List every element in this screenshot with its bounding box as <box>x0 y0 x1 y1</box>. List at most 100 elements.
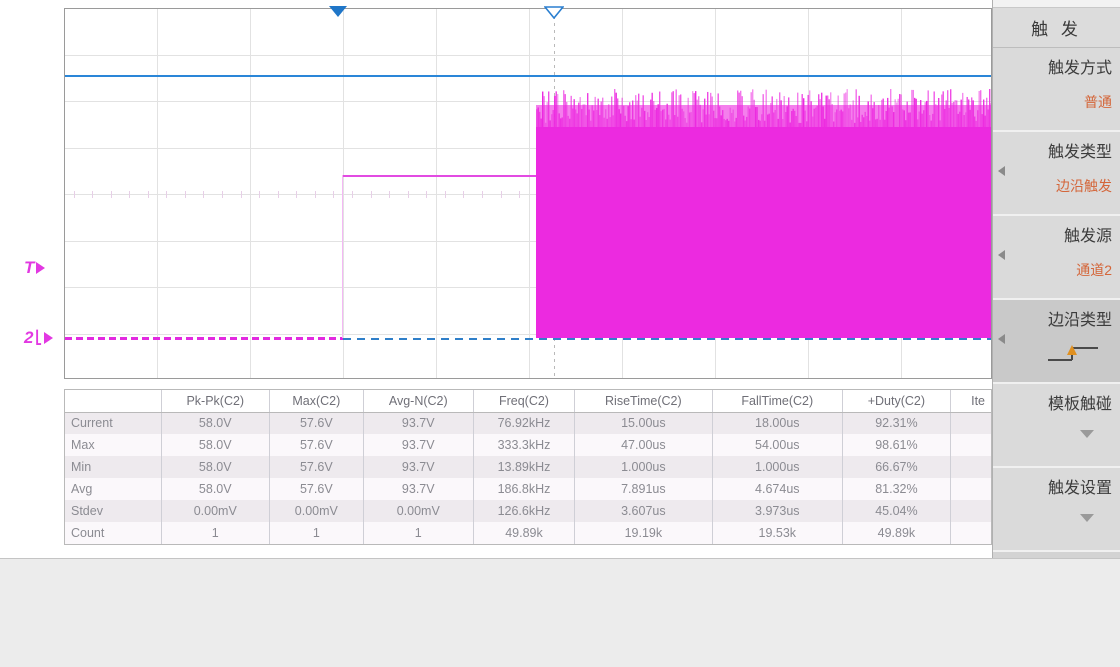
graticule[interactable] <box>64 8 992 379</box>
menu-item-trigger-mode[interactable]: 触发方式 普通 <box>993 48 1120 132</box>
menu-item-value: 通道2 <box>1076 260 1112 280</box>
table-header-items: Ite <box>950 390 991 412</box>
cell: 93.7V <box>363 412 473 434</box>
cell: 57.6V <box>270 412 364 434</box>
cell: 3.973us <box>712 500 842 522</box>
cell: 57.6V <box>270 434 364 456</box>
menu-item-edge-type[interactable]: 边沿类型 <box>993 300 1120 384</box>
menu-item-label: 触发类型 <box>1048 142 1112 164</box>
table-header-freq: Freq(C2) <box>473 390 574 412</box>
table-header-pkpk: Pk-Pk(C2) <box>161 390 270 412</box>
table-row: Stdev 0.00mV 0.00mV 0.00mV 126.6kHz 3.60… <box>65 500 991 522</box>
cell: 15.00us <box>575 412 713 434</box>
row-label: Count <box>65 522 161 544</box>
cell: 0.00mV <box>161 500 270 522</box>
row-label: Avg <box>65 478 161 500</box>
cell: 1.000us <box>712 456 842 478</box>
menu-item-trigger-settings[interactable]: 触发设置 <box>993 468 1120 552</box>
table-header-row: Pk-Pk(C2) Max(C2) Avg-N(C2) Freq(C2) Ris… <box>65 390 991 412</box>
trigger-position-marker-icon[interactable] <box>544 6 564 19</box>
cell: 92.31% <box>842 412 950 434</box>
cell: 57.6V <box>270 478 364 500</box>
cell: 58.0V <box>161 434 270 456</box>
table-header-max: Max(C2) <box>270 390 364 412</box>
trigger-delay-marker-icon[interactable] <box>329 6 347 17</box>
cell: 126.6kHz <box>473 500 574 522</box>
trigger-menu-panel[interactable]: 触 发 触发方式 普通 触发类型 边沿触发 触发源 通道2 边沿类型 <box>992 0 1120 558</box>
menu-title: 触 发 <box>993 8 1120 48</box>
cell: 18.00us <box>712 412 842 434</box>
chevron-left-icon <box>998 250 1005 260</box>
cell: 58.0V <box>161 412 270 434</box>
cell: 98.61% <box>842 434 950 456</box>
cell: 7.891us <box>575 478 713 500</box>
cell: 58.0V <box>161 456 270 478</box>
channel2-ground-marker[interactable]: 2 ⎣ <box>24 328 53 348</box>
baseline-dashed <box>343 338 992 340</box>
cell: 0.00mV <box>363 500 473 522</box>
table-header-duty: +Duty(C2) <box>842 390 950 412</box>
channel2-rising-edge <box>342 175 343 338</box>
menu-item-label: 触发设置 <box>1048 478 1112 500</box>
channel2-trace-mid <box>343 175 536 177</box>
cell: 1 <box>161 522 270 544</box>
menu-item-trigger-type[interactable]: 触发类型 边沿触发 <box>993 132 1120 216</box>
measurement-table[interactable]: Pk-Pk(C2) Max(C2) Avg-N(C2) Freq(C2) Ris… <box>64 389 992 545</box>
cell: 1.000us <box>575 456 713 478</box>
channel2-burst-noise-dense <box>536 105 992 129</box>
menu-item-label: 边沿类型 <box>1048 310 1112 332</box>
cell <box>950 522 991 544</box>
cell: 4.674us <box>712 478 842 500</box>
cell: 19.19k <box>575 522 713 544</box>
cell: 93.7V <box>363 456 473 478</box>
status-bar: ZLG R 1 - - - - - Closed -:- - - 2 10.0V… <box>0 558 1120 667</box>
cell <box>950 412 991 434</box>
table-row: Avg 58.0V 57.6V 93.7V 186.8kHz 7.891us 4… <box>65 478 991 500</box>
cell <box>950 456 991 478</box>
table-header-falltime: FallTime(C2) <box>712 390 842 412</box>
channel2-trace-low <box>65 337 343 340</box>
table-header-risetime: RiseTime(C2) <box>575 390 713 412</box>
channel1-trace <box>65 75 992 77</box>
cell <box>950 478 991 500</box>
cell <box>950 434 991 456</box>
menu-item-value: 普通 <box>1084 92 1112 112</box>
cell: 57.6V <box>270 456 364 478</box>
menu-item-label: 触发源 <box>1064 226 1112 248</box>
cell: 333.3kHz <box>473 434 574 456</box>
menu-item-trigger-source[interactable]: 触发源 通道2 <box>993 216 1120 300</box>
row-label: Min <box>65 456 161 478</box>
cell: 47.00us <box>575 434 713 456</box>
table-row: Current 58.0V 57.6V 93.7V 76.92kHz 15.00… <box>65 412 991 434</box>
cell: 45.04% <box>842 500 950 522</box>
cell: 49.89k <box>473 522 574 544</box>
table-row: Max 58.0V 57.6V 93.7V 333.3kHz 47.00us 5… <box>65 434 991 456</box>
trigger-level-marker-label: T <box>24 258 34 278</box>
cell: 0.00mV <box>270 500 364 522</box>
cell: 81.32% <box>842 478 950 500</box>
cell: 1 <box>270 522 364 544</box>
arrow-right-icon <box>36 262 45 274</box>
menu-item-value: 边沿触发 <box>1056 176 1112 196</box>
cell: 54.00us <box>712 434 842 456</box>
table-header-rowlabel <box>65 390 161 412</box>
oscilloscope-screen: T 2 ⎣ <box>0 0 1120 667</box>
chevron-left-icon <box>998 334 1005 344</box>
row-label: Current <box>65 412 161 434</box>
row-label: Max <box>65 434 161 456</box>
cell: 93.7V <box>363 434 473 456</box>
trigger-level-marker[interactable]: T <box>24 258 45 278</box>
table-row: Min 58.0V 57.6V 93.7V 13.89kHz 1.000us 1… <box>65 456 991 478</box>
cell: 76.92kHz <box>473 412 574 434</box>
cell: 66.67% <box>842 456 950 478</box>
table-row: Count 1 1 1 49.89k 19.19k 19.53k 49.89k <box>65 522 991 544</box>
cell: 49.89k <box>842 522 950 544</box>
cell: 1 <box>363 522 473 544</box>
row-label: Stdev <box>65 500 161 522</box>
cell: 93.7V <box>363 478 473 500</box>
cell: 58.0V <box>161 478 270 500</box>
rising-edge-icon <box>1046 342 1102 371</box>
menu-top-strip <box>993 0 1120 8</box>
menu-item-template-touch[interactable]: 模板触碰 <box>993 384 1120 468</box>
menu-item-label: 触发方式 <box>1048 58 1112 80</box>
